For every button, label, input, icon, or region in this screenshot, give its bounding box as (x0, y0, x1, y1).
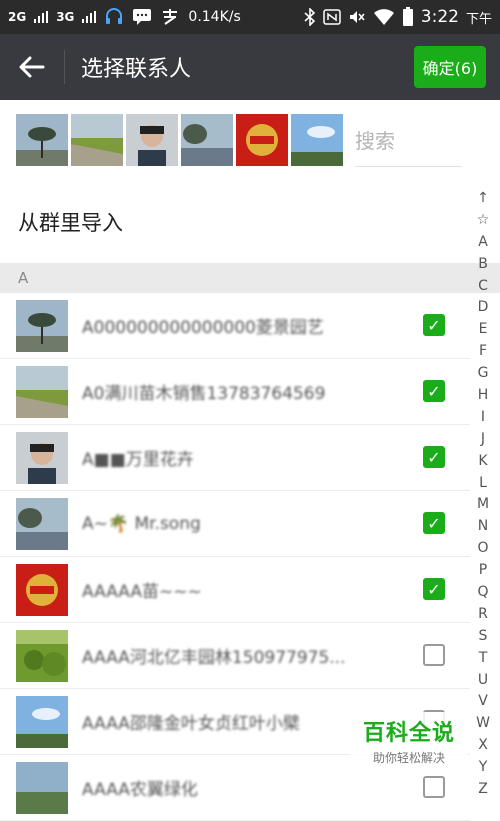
index-letter-h[interactable]: H (478, 385, 489, 407)
avatar (16, 629, 68, 682)
status-bar: 2G 3G 0.14K/s 3:22 下午 (0, 0, 500, 34)
contact-row[interactable]: AAAA河北亿丰园林150977975... (0, 623, 470, 689)
index-letter-e[interactable]: E (479, 319, 488, 341)
selected-avatar[interactable] (126, 114, 178, 166)
watermark-subtitle: 助你轻松解决 (372, 750, 445, 765)
index-star[interactable]: ☆ (477, 210, 490, 232)
index-letter-p[interactable]: P (479, 560, 487, 582)
wifi-icon (373, 9, 394, 25)
index-letter-o[interactable]: O (477, 538, 488, 560)
checkmark-icon: ✓ (427, 513, 441, 533)
page-title: 选择联系人 (81, 57, 192, 82)
contact-checkbox[interactable] (423, 776, 445, 798)
contact-checkbox[interactable]: ✓ (423, 446, 445, 468)
selected-avatar[interactable] (236, 114, 288, 166)
app-bar: 选择联系人 确定(6) (0, 34, 500, 100)
confirm-button[interactable]: 确定(6) (414, 46, 486, 88)
message-icon (133, 9, 152, 25)
watermark-title: 百科全说 (362, 720, 455, 746)
contact-name: A0满川苗木销售13783764569 (82, 384, 326, 404)
index-letter-b[interactable]: B (478, 254, 488, 276)
selected-contacts-bar: 搜索 (0, 100, 500, 180)
contact-checkbox[interactable]: ✓ (423, 512, 445, 534)
index-letter-f[interactable]: F (479, 341, 487, 363)
index-letter-y[interactable]: Y (479, 757, 488, 779)
nfc-icon (323, 9, 341, 25)
contact-checkbox[interactable]: ✓ (423, 578, 445, 600)
contact-name: AAAA河北亿丰园林150977975... (82, 648, 346, 668)
alphabet-index[interactable]: ↑ ☆ A B C D E F G H I J K L M N O P Q R … (472, 188, 494, 801)
index-letter-l[interactable]: L (479, 473, 487, 495)
selected-avatar[interactable] (181, 114, 233, 166)
checkmark-icon: ✓ (427, 381, 441, 401)
index-letter-g[interactable]: G (478, 363, 489, 385)
contact-checkbox[interactable] (423, 644, 445, 666)
bluetooth-icon (304, 8, 315, 26)
contact-name: A■■万里花卉 (82, 450, 194, 470)
index-letter-u[interactable]: U (478, 670, 488, 692)
checkmark-icon: ✓ (427, 315, 441, 335)
selected-avatar[interactable] (71, 114, 123, 166)
index-letter-s[interactable]: S (479, 626, 488, 648)
clock-ampm: 下午 (465, 11, 492, 27)
index-letter-r[interactable]: R (478, 604, 488, 626)
index-letter-a[interactable]: A (478, 232, 488, 254)
index-letter-k[interactable]: K (478, 451, 487, 473)
contact-name: AAAA农翼绿化 (82, 780, 198, 800)
signal-3g-label: 3G (56, 10, 75, 24)
index-letter-q[interactable]: Q (477, 582, 488, 604)
avatar (16, 761, 68, 814)
avatar (16, 695, 68, 748)
index-letter-c[interactable]: C (478, 276, 488, 298)
contact-row[interactable]: A0满川苗木销售13783764569 ✓ (0, 359, 470, 425)
signal-icon (34, 11, 49, 23)
checkmark-icon: ✓ (427, 579, 441, 599)
index-letter-i[interactable]: I (481, 407, 485, 429)
import-from-group[interactable]: 从群里导入 (0, 181, 470, 263)
contact-row[interactable]: A000000000000000菱景园艺 ✓ (0, 293, 470, 359)
contact-row[interactable]: A~🌴 Mr.song ✓ (0, 491, 470, 557)
selected-avatars (0, 114, 343, 166)
back-button[interactable] (0, 34, 64, 100)
selected-avatar[interactable] (16, 114, 68, 166)
search-input[interactable]: 搜索 (355, 114, 462, 167)
checkmark-icon: ✓ (427, 447, 441, 467)
index-letter-w[interactable]: W (476, 713, 490, 735)
avatar (16, 563, 68, 616)
battery-icon (402, 7, 413, 26)
avatar (16, 299, 68, 352)
signal-2g-label: 2G (8, 10, 27, 24)
alipay-icon (163, 9, 178, 25)
appbar-divider (64, 50, 65, 84)
index-letter-m[interactable]: M (477, 494, 489, 516)
clock-time: 3:22 (420, 7, 459, 27)
contact-name: AAAAA苗~~~ (82, 582, 202, 602)
avatar (16, 497, 68, 550)
contact-name: A000000000000000菱景园艺 (82, 318, 324, 338)
section-header-a: A (0, 263, 500, 293)
index-letter-x[interactable]: X (478, 735, 488, 757)
selected-avatar[interactable] (291, 114, 343, 166)
mute-icon (349, 11, 365, 23)
avatar (16, 365, 68, 418)
index-letter-j[interactable]: J (481, 429, 485, 451)
signal-icon (82, 11, 97, 23)
index-up-arrow[interactable]: ↑ (477, 188, 489, 210)
index-letter-v[interactable]: V (478, 691, 488, 713)
contact-name: A~🌴 Mr.song (82, 513, 201, 534)
index-letter-d[interactable]: D (478, 297, 489, 319)
index-letter-t[interactable]: T (479, 648, 488, 670)
headset-icon (106, 8, 123, 24)
contact-checkbox[interactable]: ✓ (423, 314, 445, 336)
contact-checkbox[interactable]: ✓ (423, 380, 445, 402)
contact-row[interactable]: A■■万里花卉 ✓ (0, 425, 470, 491)
arrow-left-icon (19, 56, 45, 78)
watermark: 百科全说 助你轻松解决 (350, 712, 468, 768)
contact-row[interactable]: AAAAA苗~~~ ✓ (0, 557, 470, 623)
index-letter-n[interactable]: N (478, 516, 488, 538)
network-speed: 0.14K/s (188, 9, 241, 25)
avatar (16, 431, 68, 484)
